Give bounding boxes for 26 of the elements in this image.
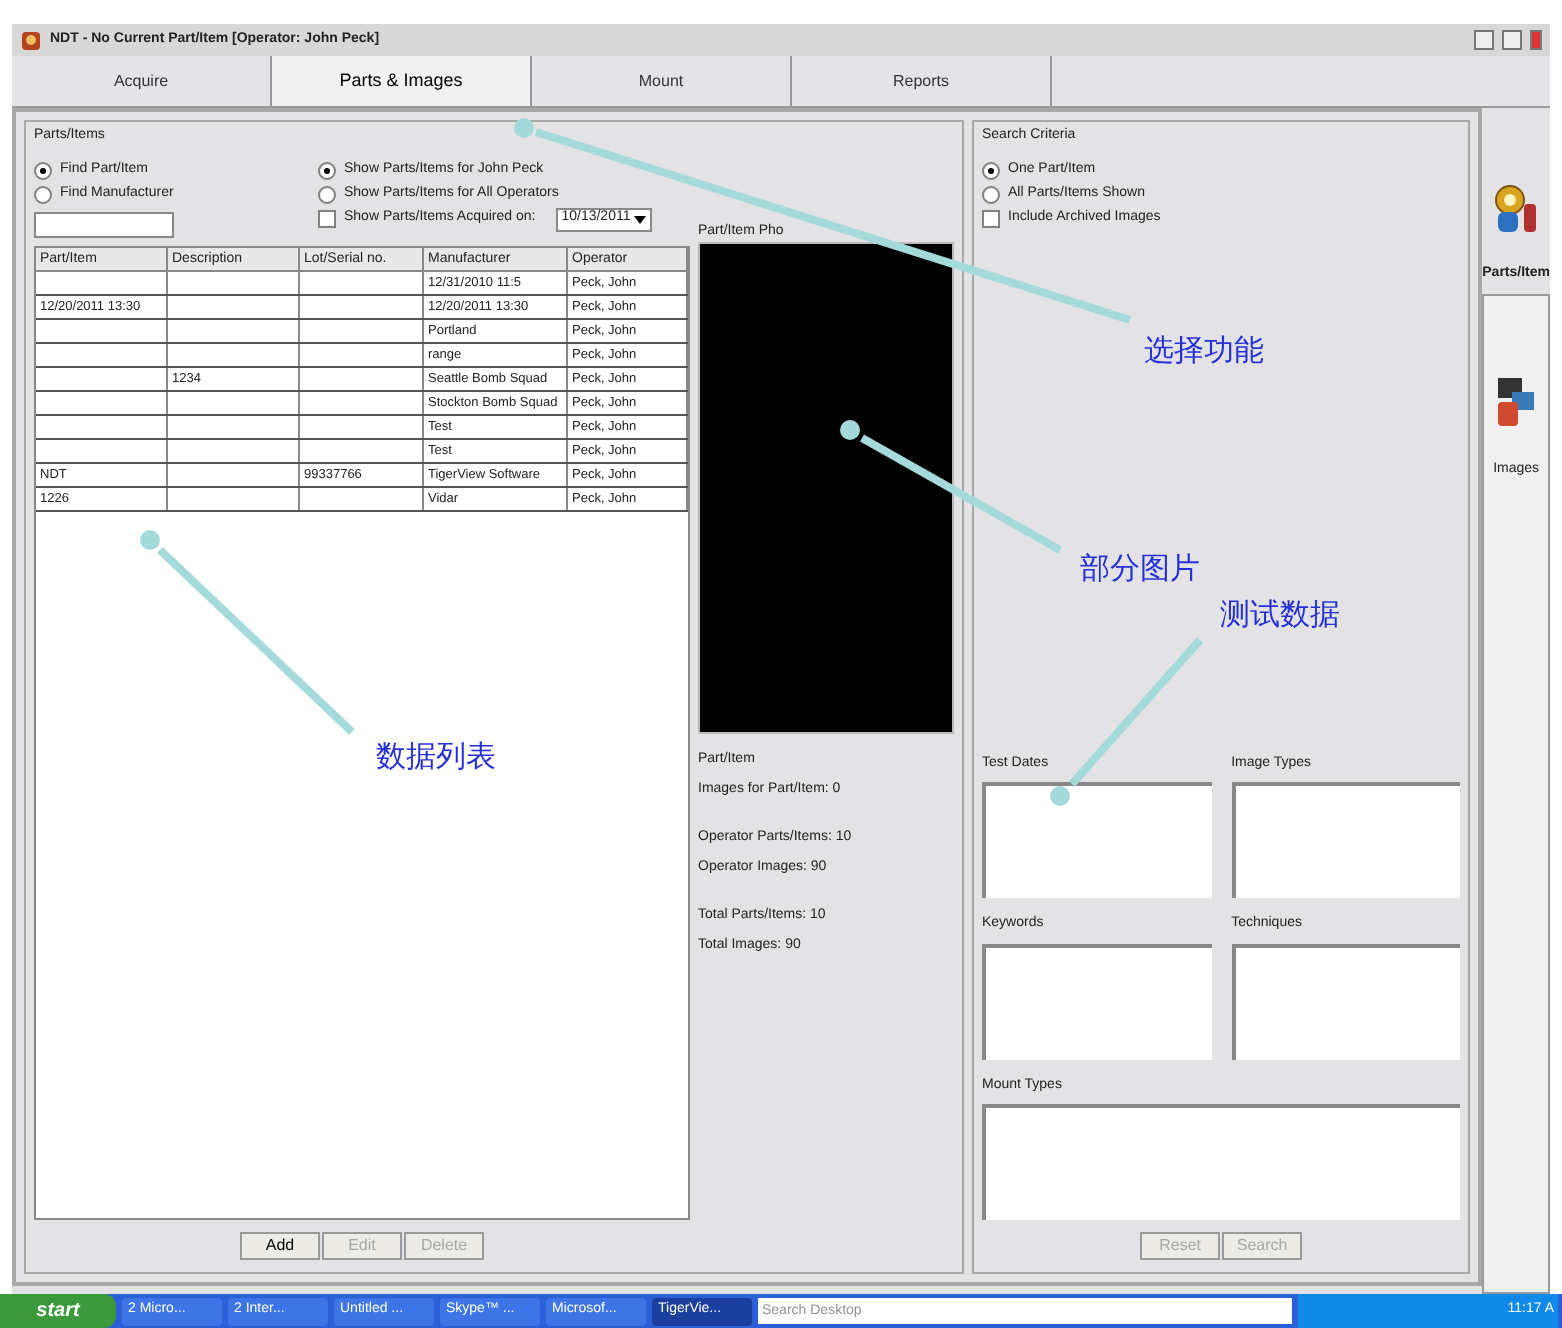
action-button[interactable]: Add	[240, 1232, 320, 1260]
radio-button[interactable]	[982, 162, 1000, 180]
list-box[interactable]	[982, 782, 1212, 898]
tab[interactable]: Parts & Images	[272, 56, 532, 106]
list-box[interactable]	[982, 943, 1212, 1059]
checkbox[interactable]	[318, 210, 336, 228]
radio-button[interactable]	[982, 186, 1000, 204]
start-button[interactable]: start	[0, 1294, 116, 1328]
annotation-label: 选择功能	[1144, 332, 1264, 372]
images-icon	[1494, 375, 1539, 427]
find-field[interactable]	[34, 211, 174, 237]
minimize-button[interactable]	[1474, 30, 1494, 50]
list-box[interactable]	[1231, 782, 1461, 898]
radio-button[interactable]	[34, 186, 52, 204]
radio-button[interactable]	[318, 162, 336, 180]
list-box[interactable]	[982, 1104, 1461, 1220]
annotation-label: 部分图片	[1080, 550, 1200, 590]
maximize-button[interactable]	[1502, 30, 1522, 50]
radio-button[interactable]	[318, 186, 336, 204]
app-icon	[20, 29, 42, 51]
annotation-label: 数据列表	[376, 738, 496, 778]
annotation-label: 测试数据	[1220, 596, 1340, 636]
radio-button[interactable]	[34, 162, 52, 180]
list-box[interactable]	[1231, 943, 1461, 1059]
dropdown-icon[interactable]	[634, 213, 647, 225]
checkbox[interactable]	[982, 210, 1000, 228]
